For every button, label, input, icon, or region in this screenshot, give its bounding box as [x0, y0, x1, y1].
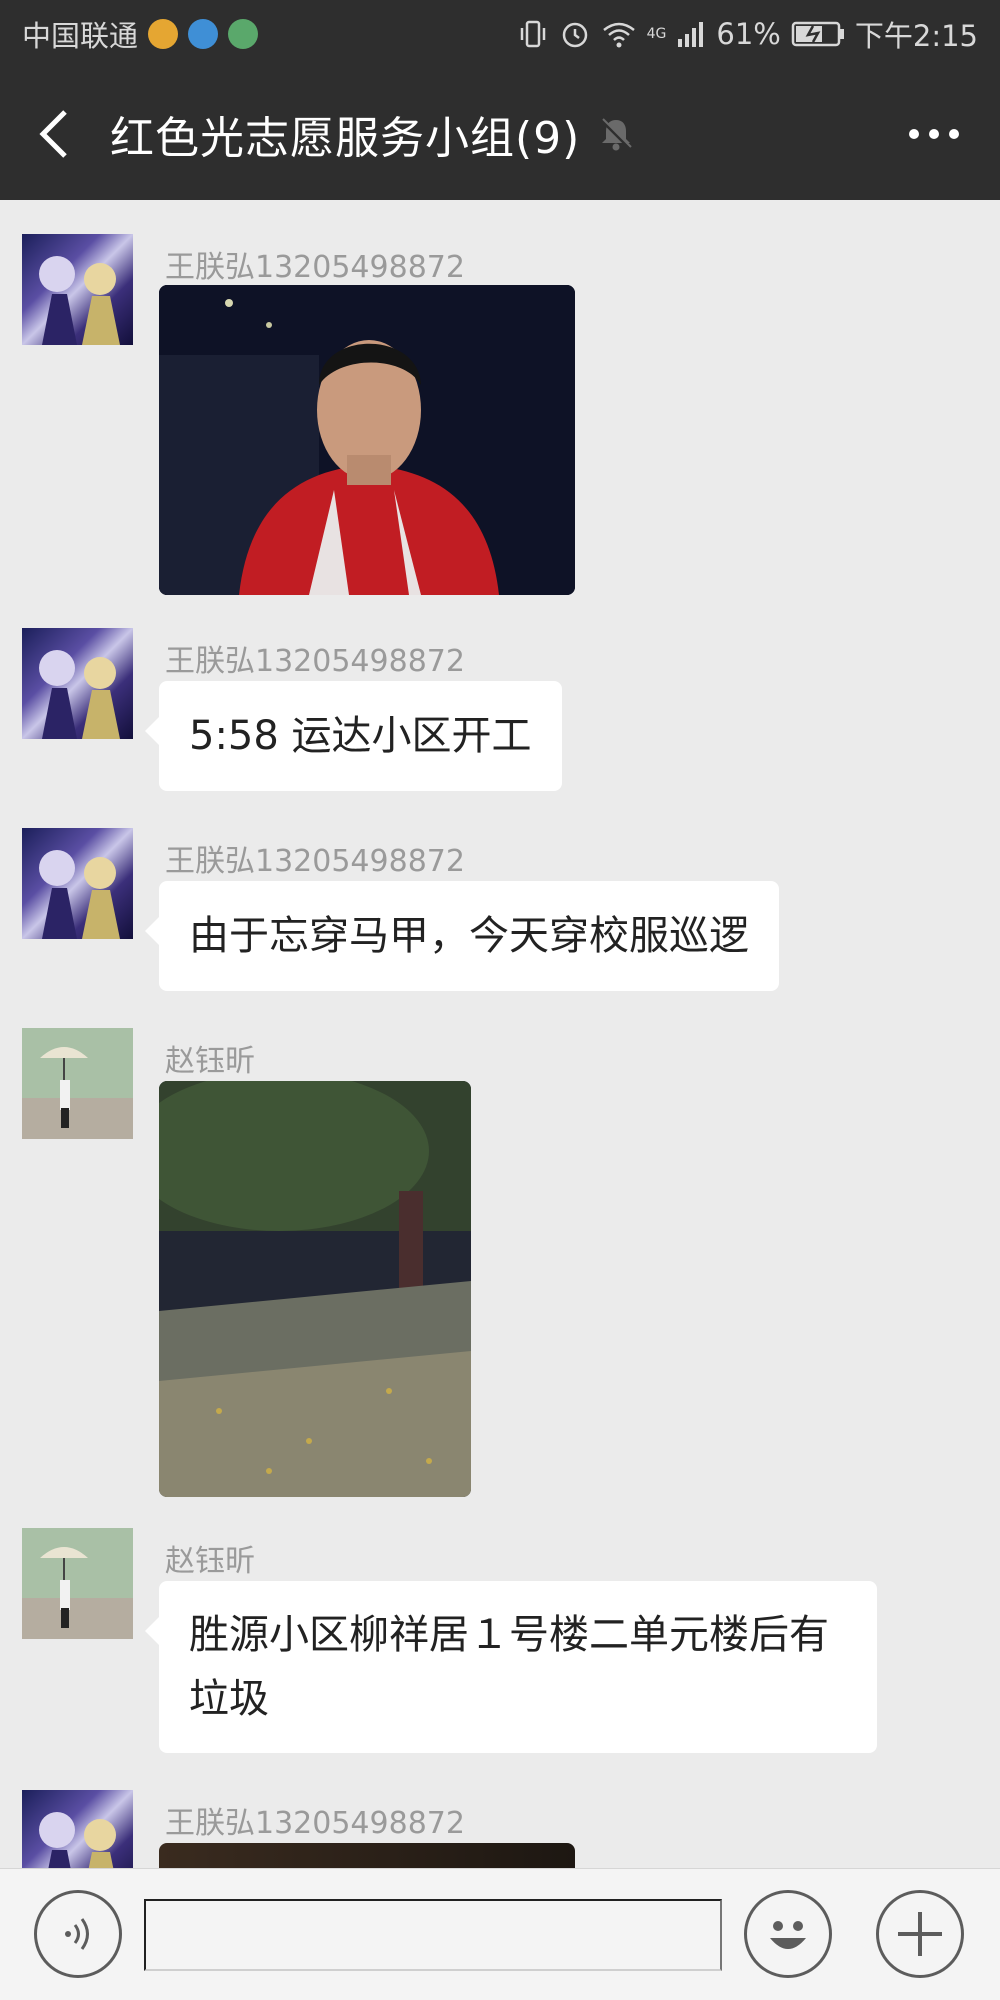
sender-name: 王朕弘13205498872 [165, 844, 465, 879]
image-message[interactable] [159, 1843, 575, 1868]
sender-name: 赵钰昕 [165, 1044, 255, 1079]
sender-name: 赵钰昕 [165, 1544, 255, 1579]
wifi-icon [602, 22, 635, 48]
muted-bell-icon [600, 118, 633, 151]
smiley-icon [770, 1921, 806, 1949]
text-message-bubble[interactable]: 5:58 运达小区开工 [145, 681, 562, 791]
carrier-label: 中国联通 [22, 19, 139, 53]
clock: 下午2:15 [854, 19, 978, 53]
chat-message-list[interactable]: 王朕弘13205498872 王朕弘13205498872 5:58 运达小区开… [0, 200, 1000, 1868]
qq-notification-icon [188, 19, 219, 49]
avatar[interactable] [22, 628, 133, 739]
image-message[interactable] [159, 1081, 471, 1497]
image-message[interactable] [159, 285, 575, 595]
status-bar-right: 4G 61% 下午2:15 [517, 13, 978, 55]
app-notification-icon [228, 19, 259, 49]
sender-name: 王朕弘13205498872 [165, 250, 465, 285]
photo-selfie-image [159, 285, 575, 595]
back-arrow-icon [39, 110, 67, 158]
chat-header: 红色光志愿服务小组(9) [0, 68, 1000, 200]
signal-icon [678, 22, 704, 47]
back-button[interactable] [0, 68, 110, 200]
voice-icon [65, 1918, 89, 1950]
avatar[interactable] [22, 1528, 133, 1639]
battery-percent: 61% [716, 17, 781, 51]
status-bar-left: 中国联通 [22, 13, 259, 55]
vibrate-icon [520, 20, 545, 48]
message-text-field[interactable] [144, 1899, 722, 1971]
more-dots-icon [909, 129, 959, 139]
battery-charging-icon [791, 21, 844, 47]
text-message-bubble[interactable]: 由于忘穿马甲，今天穿校服巡逻 [145, 881, 779, 991]
sender-name: 王朕弘13205498872 [165, 1806, 465, 1841]
network-type-label: 4G [646, 26, 667, 42]
alarm-icon [562, 22, 587, 48]
avatar[interactable] [22, 828, 133, 939]
message-input-bar [0, 1868, 1000, 2000]
plus-icon [898, 1912, 942, 1956]
photo-night-street-image [159, 1081, 471, 1497]
voice-input-button[interactable] [34, 1890, 122, 1978]
avatar[interactable] [22, 1790, 133, 1868]
group-title: 红色光志愿服务小组(9) [110, 113, 581, 164]
avatar[interactable] [22, 234, 133, 345]
mail-notification-icon [148, 19, 179, 49]
avatar[interactable] [22, 1028, 133, 1139]
more-options-button[interactable] [908, 68, 960, 200]
more-functions-button[interactable] [876, 1890, 964, 1978]
status-bar: 中国联通 4G 61% 下午2:15 [0, 0, 1000, 68]
emoji-button[interactable] [744, 1890, 832, 1978]
text-message-bubble[interactable]: 胜源小区柳祥居１号楼二单元楼后有垃圾 [145, 1581, 877, 1753]
sender-name: 王朕弘13205498872 [165, 644, 465, 679]
